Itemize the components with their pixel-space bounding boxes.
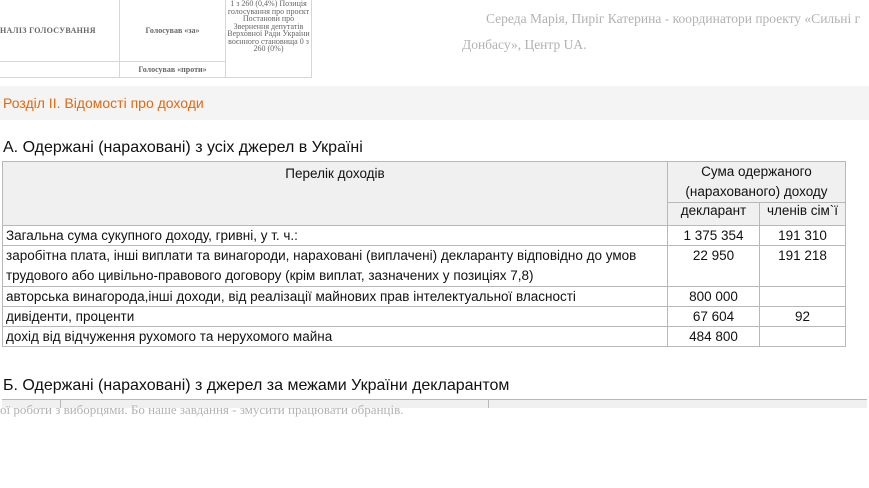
declarant-amount: 67 604 xyxy=(667,306,760,327)
declarant-amount: 484 800 xyxy=(667,326,760,347)
income-row-label: Загальна сума сукупного доходу, гривні, … xyxy=(2,225,668,246)
family-amount: 191 218 xyxy=(759,245,846,287)
income-row-label: авторська винагорода,інші доходи, від ре… xyxy=(2,286,668,307)
table-row: Загальна сума сукупного доходу, гривні, … xyxy=(2,225,846,246)
table-row: авторська винагорода,інші доходи, від ре… xyxy=(2,286,846,307)
family-amount: 92 xyxy=(759,306,846,327)
voting-analysis-label: НАЛІЗ ГОЛОСУВАННЯ xyxy=(0,0,120,62)
income-list-header: Перелік доходів xyxy=(2,161,668,226)
article-paragraph: ої роботи з виборцями. Бо наше завдання … xyxy=(0,402,404,417)
empty-cell xyxy=(0,62,120,78)
voted-for-label: Голосував «за» xyxy=(120,0,226,62)
table-row: заробітна плата, інші виплати та винагор… xyxy=(2,245,846,287)
income-declaration-image: Розділ ІІ. Відомості про доходи А. Одерж… xyxy=(0,86,869,408)
income-row-label: заробітна плата, інші виплати та винагор… xyxy=(2,245,668,287)
voting-note: 1 з 260 (0,4%) Позиція голосування про п… xyxy=(226,0,312,78)
article-credits: Середа Марія, Пиріг Катерина - координат… xyxy=(462,6,869,58)
declarant-amount: 800 000 xyxy=(667,286,760,307)
table-row: дивіденти, проценти 67 604 92 xyxy=(2,306,846,327)
family-column-header: членів сім`ї xyxy=(759,202,846,226)
income-sum-header: Сума одержаного (нарахованого) доходу xyxy=(667,161,846,203)
income-row-label: дохід від відчуження рухомого та нерухом… xyxy=(2,326,668,347)
table-row: дохід від відчуження рухомого та нерухом… xyxy=(2,326,846,347)
income-sum-header-line1: Сума одержаного xyxy=(701,164,812,179)
voting-analysis-table: НАЛІЗ ГОЛОСУВАННЯ Голосував «за» 1 з 260… xyxy=(0,0,312,78)
heading-foreign-income: Б. Одержані (нараховані) з джерел за меж… xyxy=(3,377,510,394)
family-amount xyxy=(759,286,846,307)
income-sum-header-line2: (нарахованого) доходу xyxy=(685,184,828,199)
income-table: Перелік доходів Сума одержаного (нарахов… xyxy=(2,161,846,347)
declarant-amount: 1 375 354 xyxy=(667,225,760,246)
declarant-amount: 22 950 xyxy=(667,245,760,287)
credits-line-2: Донбасу», Центр UA. xyxy=(462,37,587,52)
voted-against-label: Голосував «проти» xyxy=(120,62,226,78)
income-row-label: дивіденти, проценти xyxy=(2,306,668,327)
table-divider xyxy=(488,399,489,408)
family-amount: 191 310 xyxy=(759,225,846,246)
section-title: Розділ ІІ. Відомості про доходи xyxy=(3,95,204,111)
credits-line-1: Середа Марія, Пиріг Катерина - координат… xyxy=(486,11,861,26)
family-amount xyxy=(759,326,846,347)
declarant-column-header: декларант xyxy=(667,202,760,226)
heading-domestic-income: А. Одержані (нараховані) з усіх джерел в… xyxy=(3,139,363,156)
